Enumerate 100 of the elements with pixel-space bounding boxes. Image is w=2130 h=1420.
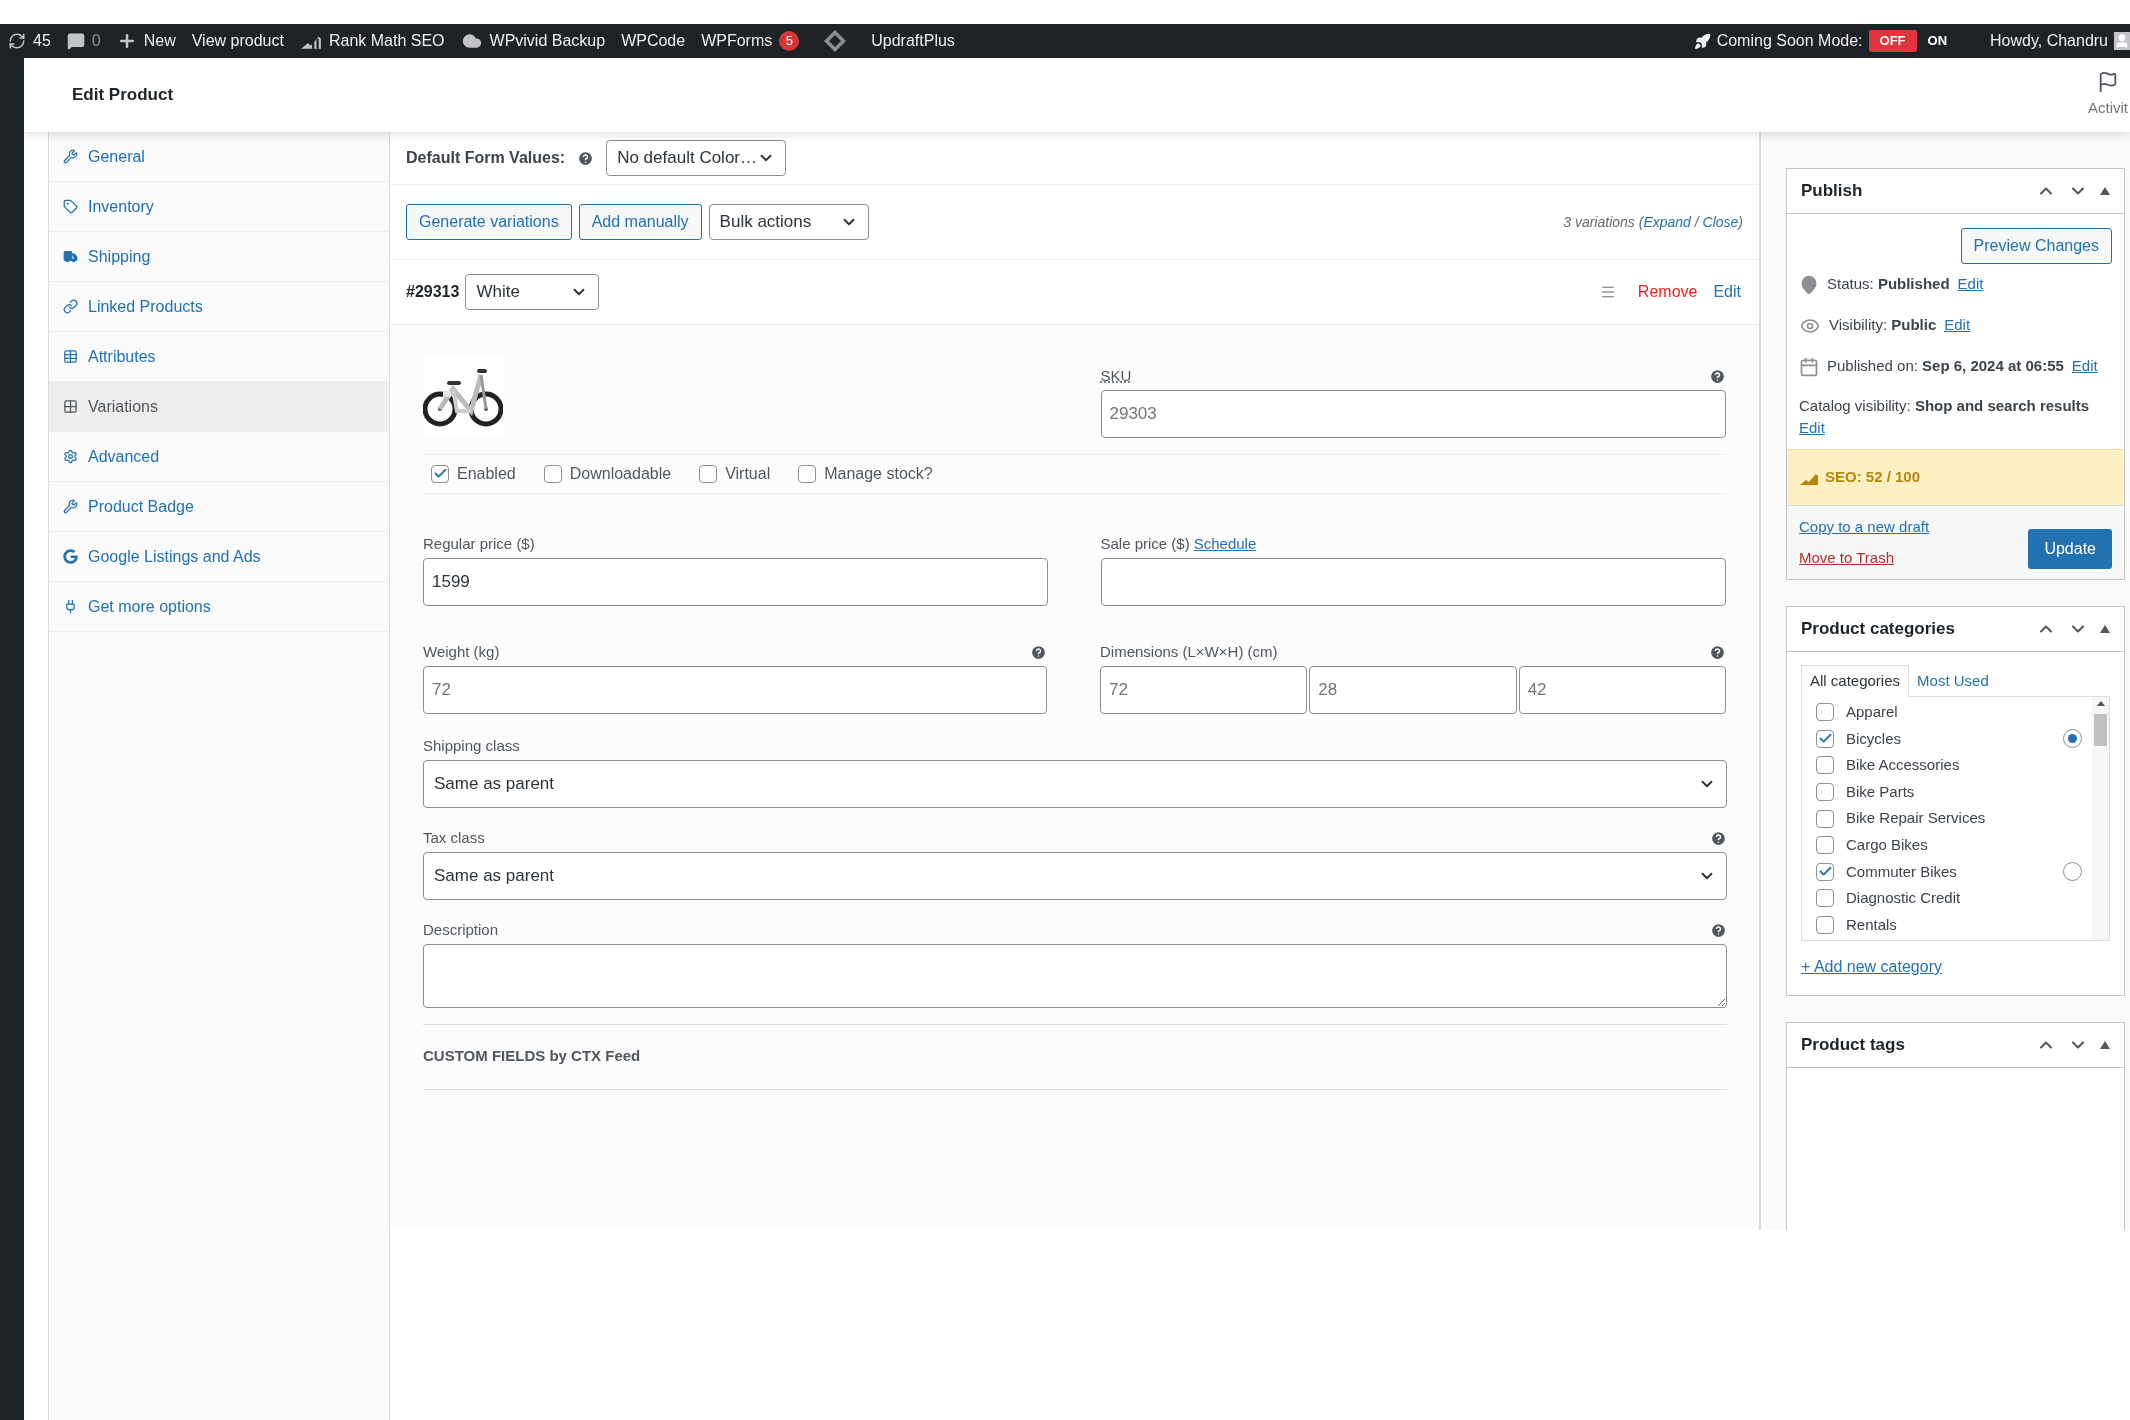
add-category-link[interactable]: + Add new category [1801, 955, 2110, 979]
checkbox[interactable] [1816, 703, 1834, 722]
product-data-tab[interactable]: Shipping [49, 232, 389, 282]
collapse-icon[interactable] [2100, 1041, 2110, 1049]
checkbox[interactable] [1816, 889, 1834, 908]
field-label: Weight (kg) [423, 642, 500, 663]
product-data-tab[interactable]: Product Badge [49, 482, 389, 532]
bulk-actions-select[interactable]: Bulk actions [708, 204, 869, 240]
checkbox[interactable] [1816, 783, 1834, 802]
admin-bar-item[interactable]: WPCode [613, 24, 694, 58]
scrollbar[interactable] [2092, 697, 2109, 940]
checkbox[interactable] [1816, 862, 1834, 881]
edit-link[interactable]: Edit [1944, 314, 1971, 337]
drag-handle-icon[interactable] [1599, 284, 1616, 300]
collapse-icon[interactable] [2100, 187, 2110, 195]
update-button[interactable]: Update [2028, 529, 2112, 569]
product-data-tab[interactable]: Variations [49, 382, 389, 432]
toggle-link[interactable]: Expand [1643, 213, 1691, 230]
category-tab[interactable]: Most Used [1909, 665, 1997, 697]
admin-bar-item[interactable]: WPForms 5 [693, 24, 808, 58]
product-data-tab[interactable]: Linked Products [49, 282, 389, 332]
truck-icon [63, 249, 78, 264]
edit-link[interactable]: Edit [2071, 355, 2098, 378]
checkbox[interactable] [1816, 729, 1834, 748]
checkbox[interactable] [1816, 836, 1834, 855]
copy-draft-link[interactable]: Copy to a new draft [1799, 516, 1930, 539]
edit-link[interactable]: Edit [1799, 417, 1825, 439]
count-badge: 5 [779, 31, 800, 51]
category-label: Bike Repair Services [1846, 808, 1987, 829]
color-select[interactable]: No default Color… [606, 140, 787, 176]
dimension-field[interactable]: 42 [1518, 665, 1726, 714]
admin-bar-item[interactable]: WPvivid Backup [452, 24, 614, 58]
trash-link[interactable]: Move to Trash [1799, 546, 1930, 569]
checkbox[interactable] [1816, 756, 1834, 775]
comment-icon [66, 32, 85, 50]
dimension-field[interactable]: 28 [1309, 665, 1517, 714]
admin-bar-item[interactable]: 45 [0, 24, 59, 58]
sku-field[interactable]: 29303 [1100, 389, 1726, 438]
primary-radio[interactable] [2063, 729, 2082, 749]
help-icon[interactable] [1709, 644, 1726, 661]
box-title: Product categories [1801, 618, 1955, 641]
activity-button[interactable]: Activit [2088, 70, 2130, 120]
diamond-icon [823, 29, 848, 53]
checkbox[interactable] [431, 464, 449, 483]
checkbox[interactable] [798, 464, 817, 483]
scroll-up-icon[interactable] [2096, 701, 2105, 706]
attribute-select[interactable]: White [465, 274, 600, 310]
category-label: Diagnostic Credit [1846, 888, 1962, 909]
preview-button[interactable]: Preview Changes [1960, 228, 2112, 264]
admin-bar-item[interactable]: 0 [58, 24, 109, 58]
sale-price-field[interactable] [1100, 557, 1726, 606]
schedule-link[interactable]: Schedule [1193, 533, 1257, 556]
edit-link[interactable]: Edit [1957, 273, 1984, 296]
checkbox[interactable] [1816, 809, 1834, 828]
admin-bar-item[interactable]: UpdraftPlus [863, 24, 963, 58]
help-icon[interactable] [1030, 644, 1047, 661]
variations-summary: 3 variations (Expand / Close) [1563, 212, 1743, 232]
box-title: Product tags [1801, 1034, 1905, 1057]
admin-bar-item[interactable]: Rank Math SEO [291, 24, 453, 58]
seo-score: SEO: 52 / 100 [1825, 467, 1921, 488]
checkbox[interactable] [699, 464, 718, 483]
scrollbar-thumb[interactable] [2094, 714, 2107, 746]
collapse-icon[interactable] [2100, 625, 2110, 633]
account-menu[interactable]: Howdy, Chandru [1990, 29, 2108, 53]
secondary-button[interactable]: Add manually [578, 204, 702, 240]
page-title: Edit Product [72, 84, 174, 107]
dimension-field[interactable]: 72 [1100, 665, 1308, 714]
remove-link[interactable]: Remove [1637, 280, 1698, 304]
product-data-tab[interactable]: General [49, 132, 389, 182]
category-label: Bike Accessories [1846, 755, 1961, 776]
checkbox[interactable] [1816, 916, 1834, 935]
mode-toggle-option[interactable]: OFF [1868, 30, 1917, 52]
field-label: Sale price ($) [1100, 534, 1190, 555]
product-data-tab[interactable]: Google Listings and Ads [49, 532, 389, 582]
help-icon[interactable] [1710, 922, 1727, 939]
calendar-icon [1799, 356, 1819, 377]
product-data-tab[interactable]: Inventory [49, 182, 389, 232]
checkbox[interactable] [543, 464, 562, 483]
mode-toggle-option[interactable]: ON [1916, 30, 1958, 52]
help-icon[interactable] [1709, 367, 1726, 385]
edit-link[interactable]: Edit [1713, 280, 1741, 304]
admin-bar-item[interactable]: New [108, 24, 184, 58]
product-data-tab[interactable]: Get more options [49, 582, 389, 632]
help-icon[interactable] [1710, 830, 1727, 847]
primary-radio[interactable] [2063, 862, 2082, 882]
tax-class-select[interactable]: Same as parent [423, 851, 1727, 900]
field-label: Dimensions (L×W×H) (cm) [1100, 642, 1278, 663]
category-tab[interactable]: All categories [1801, 665, 1910, 697]
admin-bar-item[interactable]: View product [183, 24, 292, 58]
description-field[interactable] [423, 943, 1727, 1008]
meta-text: Visibility: Public [1829, 315, 1937, 336]
product-data-tab[interactable]: Advanced [49, 432, 389, 482]
field-label: Tax class [423, 828, 485, 849]
meta-text: Catalog visibility: Shop and search results [1799, 396, 2090, 416]
section-title: CUSTOM FIELDS by CTX Feed [423, 1046, 641, 1067]
secondary-button[interactable]: Generate variations [406, 204, 572, 240]
weight-field[interactable]: 72 [423, 665, 1047, 714]
shipping-class-select[interactable]: Same as parent [423, 759, 1727, 808]
help-icon[interactable] [577, 149, 595, 167]
regular-price-field[interactable]: 1599 [423, 557, 1048, 606]
